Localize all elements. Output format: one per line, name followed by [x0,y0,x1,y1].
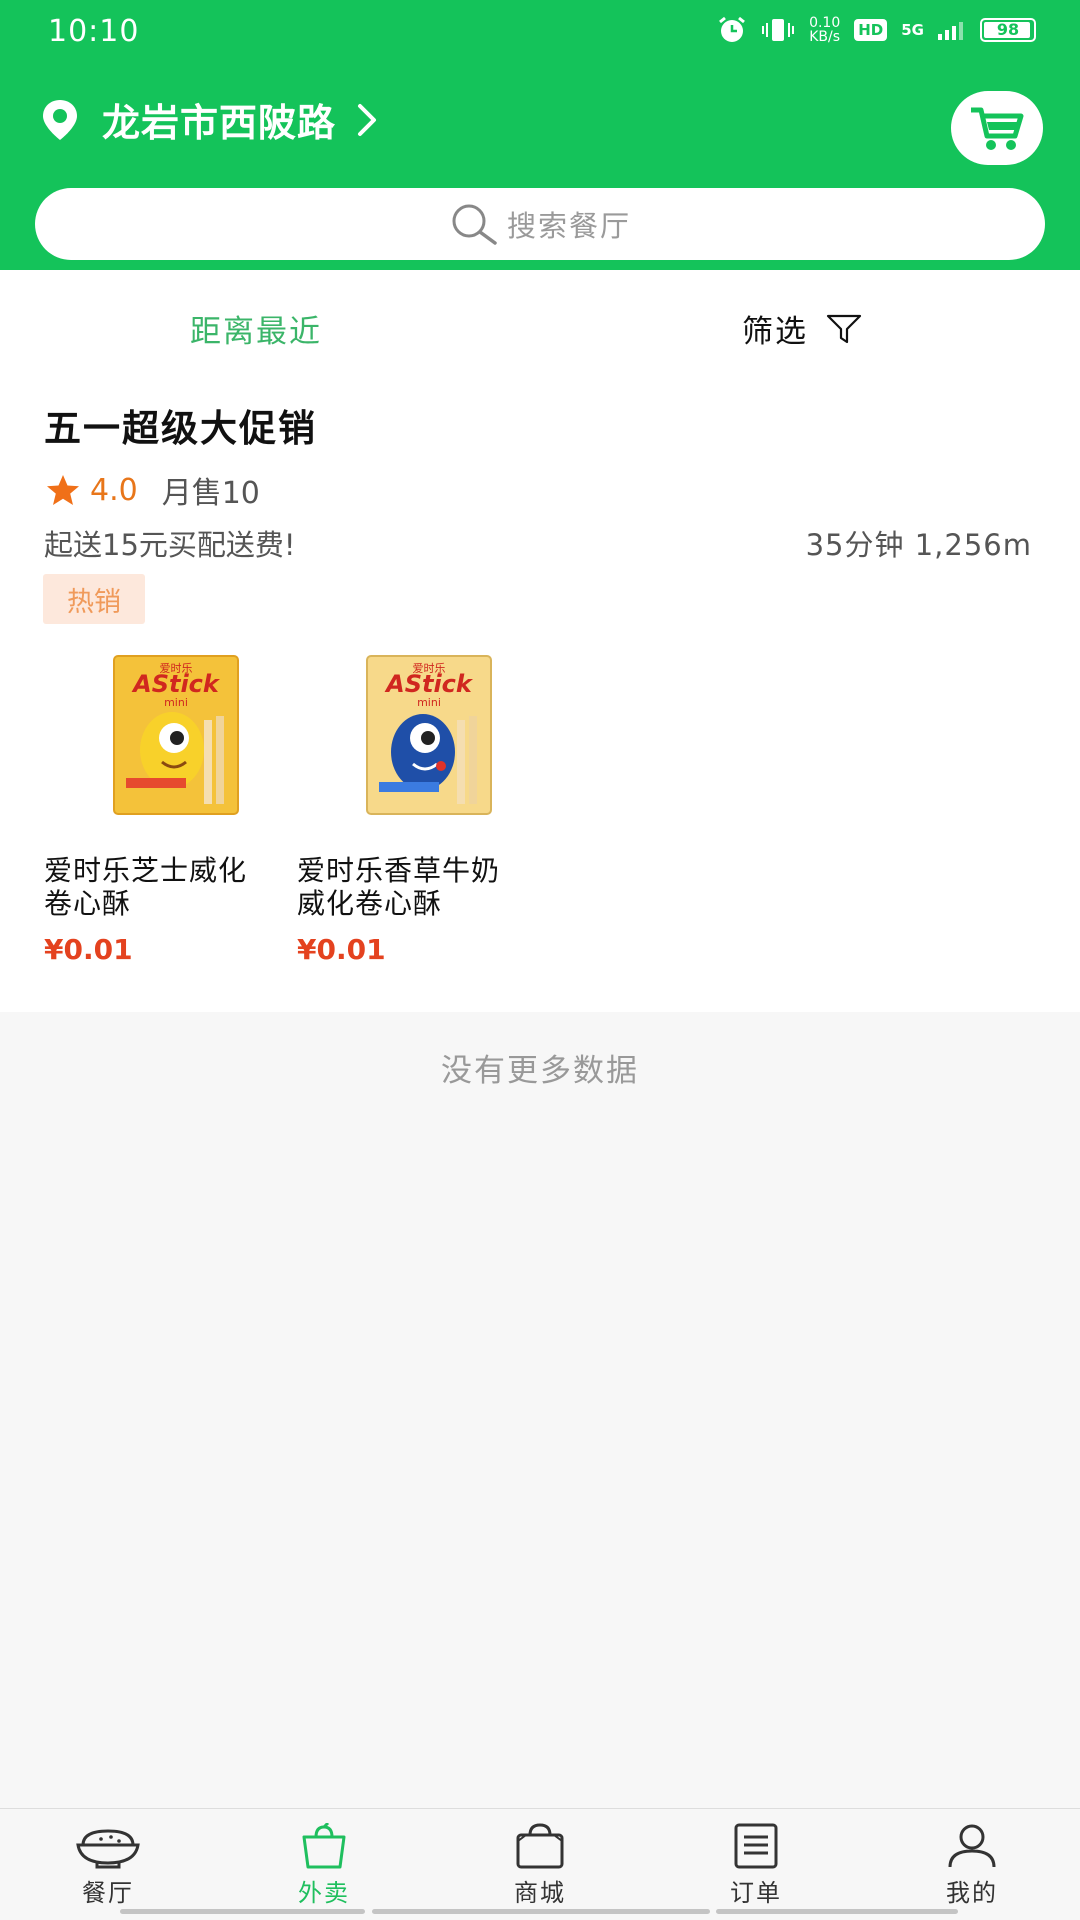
product-image-vanilla: 爱时乐 AStick mini [366,655,492,815]
product-name: 爱时乐芝士威化卷心酥 [44,854,248,920]
nav-item-takeout[interactable]: 外卖 [216,1809,432,1920]
battery-level: 98 [996,20,1020,39]
shop-name: 五一超级大促销 [44,407,317,450]
network-speed-value: 0.10 [809,15,841,31]
nav-item-restaurant[interactable]: 餐厅 [0,1809,216,1920]
product-item[interactable]: 爱时乐 AStick mini 爱时乐芝士威化卷心酥 ¥0.01 [44,650,264,966]
cart-button[interactable] [951,91,1043,165]
home-indicator-left [120,1909,365,1914]
nav-label: 外卖 [298,1879,350,1907]
shopping-bag-icon [516,1823,564,1869]
search-bar[interactable]: 搜索餐厅 [35,188,1045,260]
filter-button[interactable]: 筛选 [742,306,862,351]
search-placeholder: 搜索餐厅 [506,209,631,243]
bag-icon [302,1823,346,1869]
shop-card[interactable]: 五一超级大促销 4.0 月售10 起送15元买配送费! 35分钟 1,256m … [0,382,1080,1012]
search-icon [452,204,497,245]
rating-value: 4.0 [90,472,138,508]
star-icon [47,475,79,505]
product-box-subtitle: mini [417,696,441,709]
nav-label: 订单 [730,1879,782,1907]
alarm-icon [719,16,745,42]
filter-label: 筛选 [742,314,808,350]
status-bar: 10:10 0.10 KB/s HD 5G 98 [0,0,1080,66]
product-item[interactable]: 爱时乐 AStick mini 爱时乐香草牛奶威化卷心酥 ¥0.01 [297,650,517,966]
home-indicator-right [716,1909,958,1914]
status-icons: 0.10 KB/s HD 5G 98 [717,16,1036,44]
location-name: 龙岩市西陂路 [102,101,337,145]
location-pin-icon [43,99,77,140]
signal-icon [938,22,963,40]
home-indicator[interactable] [372,1909,710,1914]
product-name: 爱时乐香草牛奶威化卷心酥 [297,854,501,920]
no-more-data-text: 没有更多数据 [441,1053,639,1089]
sort-nearest-tab[interactable]: 距离最近 [190,306,322,351]
network-speed-unit: KB/s [809,29,841,45]
user-icon [948,1824,996,1868]
nav-label: 我的 [946,1879,998,1907]
hd-badge: HD [854,19,888,41]
status-time: 10:10 [48,14,140,49]
delivery-info: 起送15元买配送费! [44,528,296,562]
chevron-right-icon [358,103,377,136]
product-image-cheese: 爱时乐 AStick mini [113,655,239,815]
cart-icon [971,107,1024,150]
network-type: 5G [901,21,924,39]
product-price: ¥0.01 [297,933,386,966]
header: 10:10 0.10 KB/s HD 5G 98 龙岩市西陂路 搜索餐厅 [0,0,1080,270]
sort-bar: 距离最近 筛选 [0,270,1080,382]
nav-item-orders[interactable]: 订单 [648,1809,864,1920]
product-box-title: AStick [384,670,474,698]
product-price: ¥0.01 [44,933,133,966]
nav-label: 商城 [514,1879,566,1907]
filter-icon [826,314,862,343]
location-selector[interactable]: 龙岩市西陂路 [40,92,378,147]
nav-label: 餐厅 [82,1879,134,1907]
network-speed: 0.10 KB/s [809,16,840,44]
nav-item-mine[interactable]: 我的 [864,1809,1080,1920]
rating-row: 4.0 月售10 [46,468,260,512]
nav-item-mall[interactable]: 商城 [432,1809,648,1920]
bowl-icon [76,1829,140,1869]
page: 10:10 0.10 KB/s HD 5G 98 龙岩市西陂路 搜索餐厅 距离最… [0,0,1080,1920]
delivery-time-distance: 35分钟 1,256m [805,528,1032,562]
product-box-subtitle: mini [164,696,188,709]
battery-icon: 98 [980,18,1036,42]
bottom-nav: 餐厅 外卖 商城 订单 我的 [0,1808,1080,1920]
product-box-title: AStick [131,670,221,698]
order-list-icon [734,1823,778,1869]
hot-sale-badge: 热销 [43,574,145,624]
monthly-sales: 月售10 [161,476,260,511]
vibrate-icon [762,19,795,41]
